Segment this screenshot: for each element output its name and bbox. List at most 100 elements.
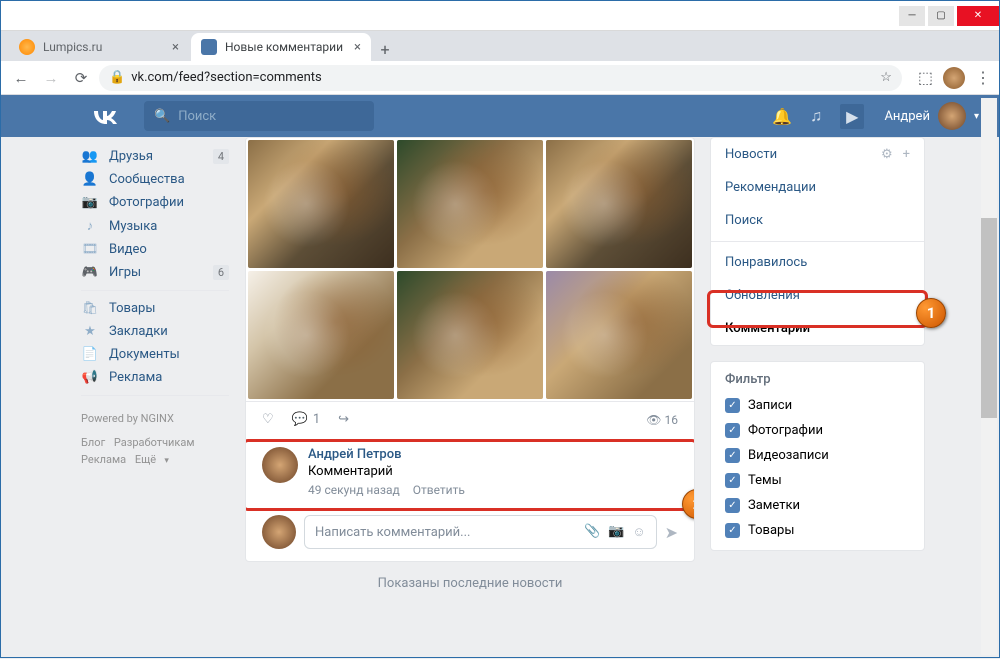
gallery-image[interactable]: [397, 271, 543, 399]
nav-label: Музыка: [109, 219, 157, 234]
nav-forward-button[interactable]: →: [39, 66, 63, 90]
tab-label: Новые комментарии: [225, 40, 343, 54]
music-icon: ♪: [81, 218, 99, 234]
feed-tab-liked[interactable]: Понравилось: [711, 246, 924, 279]
comment-button[interactable]: 💬1: [292, 412, 321, 427]
chk-label: Товары: [748, 523, 794, 538]
browser-tab-vk[interactable]: Новые комментарии ×: [191, 33, 371, 61]
marker-number: 2: [693, 495, 695, 513]
gallery-image[interactable]: [546, 271, 692, 399]
browser-address-bar: ← → ⟳ 🔒 vk.com/feed?section=comments ☆ ⬚…: [1, 61, 999, 95]
attach-icon[interactable]: 📎: [584, 524, 600, 540]
tab-label: Новости: [725, 147, 777, 162]
feed-tab-news[interactable]: Новости ⚙ +: [711, 138, 924, 171]
nav-reload-button[interactable]: ⟳: [69, 66, 93, 90]
gallery-image[interactable]: [397, 140, 543, 268]
feed-tab-search[interactable]: Поиск: [711, 204, 924, 237]
filter-checkbox-notes[interactable]: ✓Заметки: [711, 493, 924, 518]
send-icon[interactable]: ➤: [665, 523, 678, 542]
write-avatar-icon: [262, 515, 296, 549]
gallery-image[interactable]: [248, 140, 394, 268]
notifications-icon[interactable]: 🔔: [772, 107, 792, 126]
games-icon: 🎮: [81, 265, 99, 280]
window-minimize-button[interactable]: ─: [899, 6, 925, 26]
comment-author-link[interactable]: Андрей Петров: [308, 447, 678, 462]
chk-label: Темы: [748, 473, 782, 488]
post-card: ♡ 💬1 ↪ 👁 16 2 Андрей Петров Комментарий …: [245, 137, 695, 562]
tab-label: Рекомендации: [725, 180, 816, 195]
close-tab-icon[interactable]: ×: [354, 40, 361, 55]
page-scrollbar[interactable]: [981, 98, 997, 655]
window-maximize-button[interactable]: ▢: [928, 6, 954, 26]
vk-user-menu[interactable]: Андрей ▾: [884, 102, 979, 130]
nav-badge: 6: [213, 265, 229, 280]
nav-groups[interactable]: 👤Сообщества: [73, 168, 237, 191]
heart-icon: ♡: [262, 412, 274, 427]
footer-link-dev[interactable]: Разработчикам: [114, 436, 195, 449]
filter-checkbox-market[interactable]: ✓Товары: [711, 518, 924, 550]
nav-friends[interactable]: 👥Друзья4: [73, 145, 237, 168]
comment-avatar-icon[interactable]: [262, 447, 298, 483]
footer-link-blog[interactable]: Блог: [81, 436, 105, 449]
star-icon[interactable]: ☆: [880, 70, 892, 85]
nav-music[interactable]: ♪ Музыка: [73, 214, 237, 238]
nav-docs[interactable]: 📄Документы: [73, 343, 237, 366]
vk-search-input[interactable]: 🔍 Поиск: [144, 101, 374, 131]
checkbox-icon: ✓: [725, 498, 740, 513]
camera-icon[interactable]: 📷: [608, 524, 624, 540]
like-button[interactable]: ♡: [262, 412, 274, 427]
panel-separator: [711, 241, 924, 242]
eye-icon: 👁: [646, 413, 661, 427]
nav-label: Документы: [109, 347, 180, 362]
profile-avatar-icon[interactable]: [943, 67, 965, 89]
lock-icon: 🔒: [109, 70, 125, 85]
bookmarks-icon: ★: [81, 324, 99, 339]
nav-games[interactable]: 🎮Игры6: [73, 261, 237, 284]
feed-tab-updates[interactable]: Обновления: [711, 279, 924, 312]
menu-icon[interactable]: ⋮: [975, 68, 991, 87]
market-icon: 🛍: [81, 301, 99, 316]
powered-label: Powered by NGINX: [81, 410, 229, 428]
new-tab-button[interactable]: +: [373, 37, 397, 61]
nav-back-button[interactable]: ←: [9, 66, 33, 90]
nav-separator: [81, 290, 229, 291]
filter-icon[interactable]: ⚙: [881, 147, 893, 162]
play-icon[interactable]: ▶: [840, 104, 864, 129]
nav-videos[interactable]: 🎞Видео: [73, 238, 237, 261]
vk-logo-icon[interactable]: [91, 102, 119, 130]
filter-checkbox-photos[interactable]: ✓Фотографии: [711, 418, 924, 443]
comment-reply-button[interactable]: Ответить: [413, 483, 465, 497]
browser-tab-lumpics[interactable]: Lumpics.ru ×: [9, 33, 189, 61]
nav-label: Фотографии: [109, 195, 184, 210]
comment-input[interactable]: Написать комментарий... 📎 📷 ☺: [304, 515, 657, 549]
share-button[interactable]: ↪: [338, 412, 349, 427]
footer-link-ads[interactable]: Реклама: [81, 453, 126, 466]
post-gallery: [246, 138, 694, 401]
feed-tab-comments[interactable]: Комментарии: [711, 312, 924, 345]
groups-icon: 👤: [81, 172, 99, 187]
feed-tab-reco[interactable]: Рекомендации: [711, 171, 924, 204]
gallery-image[interactable]: [546, 140, 692, 268]
tab-label: Поиск: [725, 213, 763, 228]
filter-checkbox-topics[interactable]: ✓Темы: [711, 468, 924, 493]
annotation-marker-1: 1: [916, 298, 946, 328]
gallery-image[interactable]: [248, 271, 394, 399]
nav-market[interactable]: 🛍 Товары: [73, 297, 237, 320]
nav-label: Товары: [109, 301, 155, 316]
nav-photos[interactable]: 📷Фотографии: [73, 191, 237, 214]
emoji-icon[interactable]: ☺: [632, 524, 645, 540]
footer-link-more[interactable]: Ещё: [135, 453, 156, 466]
add-icon[interactable]: +: [903, 147, 910, 162]
extension-icon[interactable]: ⬚: [918, 68, 933, 87]
nav-ads[interactable]: 📢Реклама: [73, 366, 237, 389]
close-tab-icon[interactable]: ×: [172, 40, 179, 55]
music-icon[interactable]: ♫: [810, 106, 822, 126]
filter-checkbox-posts[interactable]: ✓Записи: [711, 393, 924, 418]
nav-bookmarks[interactable]: ★Закладки: [73, 320, 237, 343]
filter-checkbox-videos[interactable]: ✓Видеозаписи: [711, 443, 924, 468]
main-column: ♡ 💬1 ↪ 👁 16 2 Андрей Петров Комментарий …: [245, 137, 695, 659]
window-close-button[interactable]: ✕: [957, 6, 999, 26]
scrollbar-thumb[interactable]: [981, 218, 997, 418]
tab-label: Обновления: [725, 288, 800, 303]
url-input[interactable]: 🔒 vk.com/feed?section=comments ☆: [99, 65, 902, 91]
